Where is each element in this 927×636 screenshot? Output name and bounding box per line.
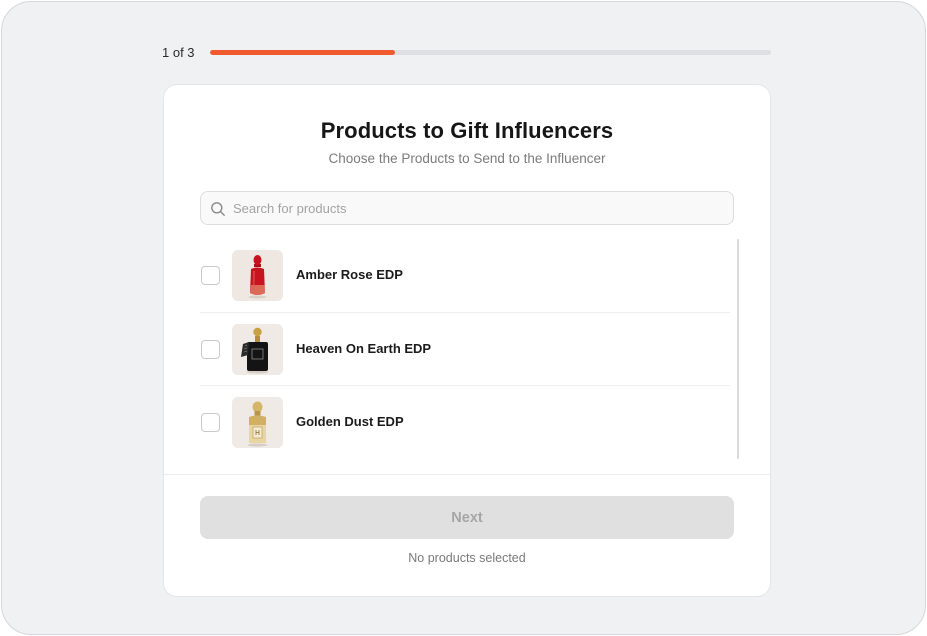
product-thumbnail [232,323,283,375]
next-button[interactable]: Next [200,496,734,539]
list-item[interactable]: Amber Rose EDP [200,239,730,313]
product-name: Amber Rose EDP [296,267,403,282]
product-selection-card: Products to Gift Influencers Choose the … [163,84,771,597]
product-thumbnail [232,250,283,301]
product-name: Golden Dust EDP [296,414,404,429]
search-icon [211,202,225,216]
product-checkbox[interactable] [201,339,220,359]
product-name: Heaven On Earth EDP [296,340,432,356]
progress-bar [210,50,771,55]
product-checkbox[interactable] [201,266,220,285]
product-thumbnail [232,397,283,448]
red-perfume-bottle-image [232,250,283,301]
scrollbar[interactable] [737,239,739,459]
list-item[interactable]: Golden Dust EDP [200,386,730,460]
search-input[interactable] [233,192,723,224]
progress-indicator: 1 of 3 [162,45,772,61]
product-list: Amber Rose EDP Heaven On Earth EDP Golde… [200,239,736,461]
step-counter: 1 of 3 [162,45,195,60]
product-checkbox[interactable] [201,413,220,432]
black-perfume-bottle-image [232,323,283,375]
app-frame: 1 of 3 Products to Gift Influencers Choo… [1,1,926,635]
gold-perfume-bottle-image [232,397,283,448]
search-box [200,191,734,225]
footer-divider [164,474,770,475]
selection-status: No products selected [408,551,526,565]
list-item[interactable]: Heaven On Earth EDP [200,313,730,386]
page-title: Products to Gift Influencers [320,118,614,143]
progress-bar-fill [210,50,396,55]
page-subtitle: Choose the Products to Send to the Influ… [328,151,606,166]
